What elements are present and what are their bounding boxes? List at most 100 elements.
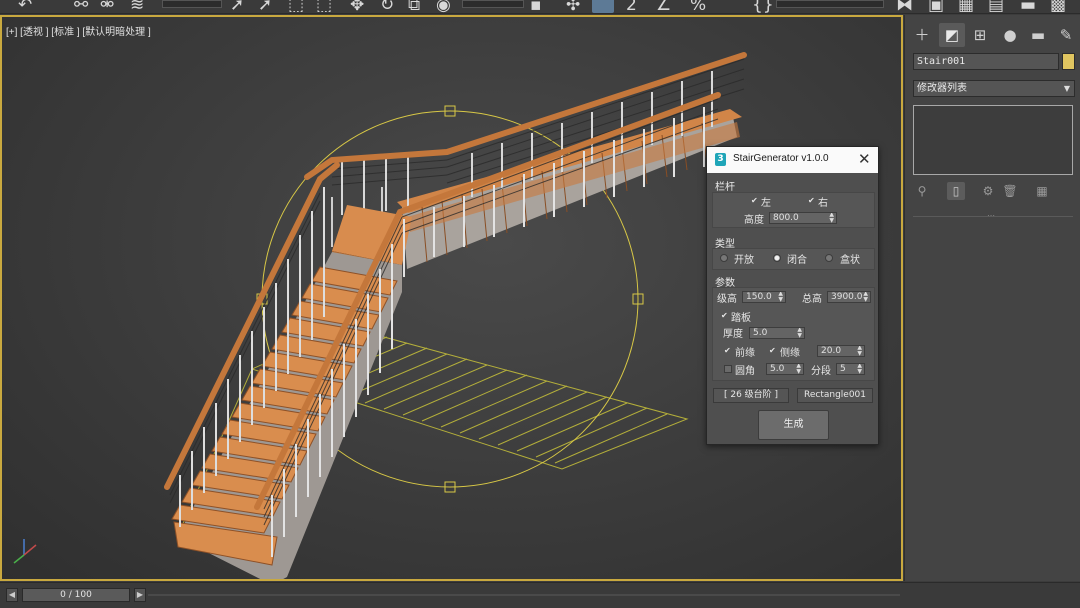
previous-frame-button[interactable]: ◀	[6, 588, 18, 602]
generate-button[interactable]: 生成	[758, 410, 829, 440]
select-object-icon[interactable]: ➚	[230, 0, 244, 14]
rectangular-selection-icon[interactable]: ⬚	[288, 0, 304, 14]
edge-value: 20.0	[821, 346, 842, 356]
railing-height-value: 800.0	[773, 213, 799, 223]
select-scale-icon[interactable]: ⧉	[408, 0, 420, 14]
utilities-icon[interactable]: ✎	[1053, 23, 1079, 47]
hierarchy-icon[interactable]: ⊞	[967, 23, 993, 47]
spinner-arrows-icon: ▲ ▼	[778, 291, 783, 303]
round-checkbox[interactable]	[724, 365, 732, 373]
window-crossing-icon[interactable]: ⬚	[316, 0, 332, 14]
segments-label: 分段	[811, 366, 831, 377]
resize-grip-icon[interactable]: ⋯	[987, 212, 999, 220]
select-manipulate-icon[interactable]: ✣	[566, 0, 580, 14]
undo-icon[interactable]: ↶	[18, 0, 32, 14]
left-railing-checkbox[interactable]: ✔	[751, 197, 759, 205]
spinner-arrows-icon: ▲ ▼	[797, 327, 802, 339]
round-spinner[interactable]: 5.0 ▲ ▼	[766, 363, 804, 375]
close-icon[interactable]: ✕	[858, 150, 871, 168]
unlink-icon[interactable]: ⚮	[100, 0, 114, 14]
mirror-icon[interactable]: ⧓	[896, 0, 913, 14]
select-rotate-icon[interactable]: ↻	[380, 0, 394, 14]
schematic-view-icon[interactable]: ▩	[1050, 0, 1066, 14]
display-icon[interactable]: ▬	[1025, 23, 1051, 47]
percent-snap-icon[interactable]: %	[690, 0, 706, 14]
show-end-result-icon[interactable]: ▯	[947, 182, 965, 200]
railing-height-label: 高度	[744, 215, 764, 226]
configure-modifier-sets-icon[interactable]: ▦	[1033, 182, 1051, 200]
placement-icon[interactable]: ◉	[436, 0, 451, 14]
step-height-value: 150.0	[746, 292, 772, 302]
side-edge-checkbox[interactable]: ✔	[769, 347, 777, 355]
right-railing-checkbox[interactable]: ✔	[808, 197, 816, 205]
spinner-arrows-icon: ▲ ▼	[829, 212, 834, 224]
toggle-ribbon-icon[interactable]: ▤	[988, 0, 1004, 14]
snaps-toggle-icon[interactable]: 2	[626, 0, 637, 14]
app-window: ↶ ⚯ ⚮ ≋ ➚ ➚ ⬚ ⬚ ✥ ↻ ⧉ ◉ ▪ ✣ 2 ∠ % {} ⧓ ▣…	[0, 0, 1080, 608]
command-panel-tabs: ＋ ◩ ⊞ ● ▬ ✎	[905, 23, 1080, 47]
select-move-icon[interactable]: ✥	[350, 0, 364, 14]
named-selection-dropdown[interactable]	[776, 0, 884, 8]
reference-coord-dropdown[interactable]	[462, 0, 524, 8]
tread-checkbox[interactable]: ✔	[721, 312, 729, 320]
type-open-radio[interactable]	[720, 254, 728, 262]
railing-height-spinner[interactable]: 800.0 ▲ ▼	[769, 212, 837, 224]
modifier-list-dropdown[interactable]: 修改器列表 ▼	[913, 80, 1075, 97]
tread-label: 踏板	[731, 313, 751, 324]
layer-explorer-icon[interactable]: ▦	[958, 0, 974, 14]
segments-spinner[interactable]: 5 ▲ ▼	[836, 363, 865, 375]
object-name-field[interactable]: Stair001	[913, 53, 1059, 70]
motion-icon[interactable]: ●	[997, 23, 1023, 47]
segments-value: 5	[840, 364, 846, 374]
railing-section-label: 栏杆	[715, 182, 735, 193]
total-height-label: 总高	[802, 294, 822, 305]
thickness-value: 5.0	[753, 328, 768, 338]
type-box-radio[interactable]	[825, 254, 833, 262]
step-height-label: 级高	[717, 294, 737, 305]
modify-icon[interactable]: ◩	[939, 23, 965, 47]
total-height-spinner[interactable]: 3900.0 ▲ ▼	[827, 291, 871, 303]
spinner-arrows-icon: ▲ ▼	[857, 345, 862, 357]
pick-shape-button[interactable]: Rectangle001	[797, 388, 873, 403]
front-edge-checkbox[interactable]: ✔	[724, 347, 732, 355]
type-closed-radio[interactable]	[773, 254, 781, 262]
round-label: 圆角	[735, 366, 755, 377]
select-by-name-icon[interactable]: ➚	[258, 0, 272, 14]
front-edge-label: 前缘	[735, 348, 755, 359]
step-height-spinner[interactable]: 150.0 ▲ ▼	[742, 291, 786, 303]
side-edge-label: 侧缘	[780, 348, 800, 359]
spinner-arrows-icon: ▲ ▼	[796, 363, 801, 375]
link-icon[interactable]: ⚯	[74, 0, 88, 14]
curve-editor-icon[interactable]: ▬	[1020, 0, 1036, 14]
type-closed-label: 闭合	[787, 255, 807, 266]
dialog-title: StairGenerator v1.0.0	[733, 153, 829, 164]
edge-spinner[interactable]: 20.0 ▲ ▼	[817, 345, 865, 357]
make-unique-icon[interactable]: ⚙	[979, 182, 997, 200]
create-icon[interactable]: ＋	[909, 23, 935, 47]
selection-filter-dropdown[interactable]	[162, 0, 222, 8]
object-color-swatch[interactable]	[1062, 53, 1075, 70]
modifier-stack[interactable]	[913, 105, 1073, 175]
main-toolbar: ↶ ⚯ ⚮ ≋ ➚ ➚ ⬚ ⬚ ✥ ↻ ⧉ ◉ ▪ ✣ 2 ∠ % {} ⧓ ▣…	[0, 0, 1080, 14]
stair-generator-dialog: 3 StairGenerator v1.0.0 ✕ 栏杆 ✔ 左 ✔ 右 高度 …	[706, 146, 879, 445]
app-logo-icon: 3	[715, 153, 726, 166]
right-railing-label: 右	[818, 198, 828, 209]
steps-count-button[interactable]: [ 26 级台阶 ]	[713, 388, 789, 403]
spinner-arrows-icon: ▲ ▼	[857, 363, 862, 375]
align-icon[interactable]: ▣	[928, 0, 944, 14]
timeline-track[interactable]	[148, 594, 900, 596]
thickness-spinner[interactable]: 5.0 ▲ ▼	[749, 327, 805, 339]
edit-named-selection-icon[interactable]: {}	[752, 0, 774, 14]
round-value: 5.0	[770, 364, 785, 374]
remove-modifier-icon[interactable]: 🗑	[1001, 182, 1019, 200]
angle-snap-icon[interactable]: ∠	[656, 0, 671, 14]
time-slider[interactable]: 0 / 100	[22, 588, 130, 602]
left-railing-label: 左	[761, 198, 771, 209]
keyboard-shortcut-toggle[interactable]	[592, 0, 614, 13]
type-box-label: 盒状	[840, 255, 860, 266]
bind-space-warp-icon[interactable]: ≋	[130, 0, 144, 14]
dialog-titlebar[interactable]: 3 StairGenerator v1.0.0 ✕	[707, 147, 878, 173]
pivot-center-icon[interactable]: ▪	[530, 0, 542, 14]
next-frame-button[interactable]: ▶	[134, 588, 146, 602]
pin-stack-icon[interactable]: ⚲	[913, 182, 931, 200]
